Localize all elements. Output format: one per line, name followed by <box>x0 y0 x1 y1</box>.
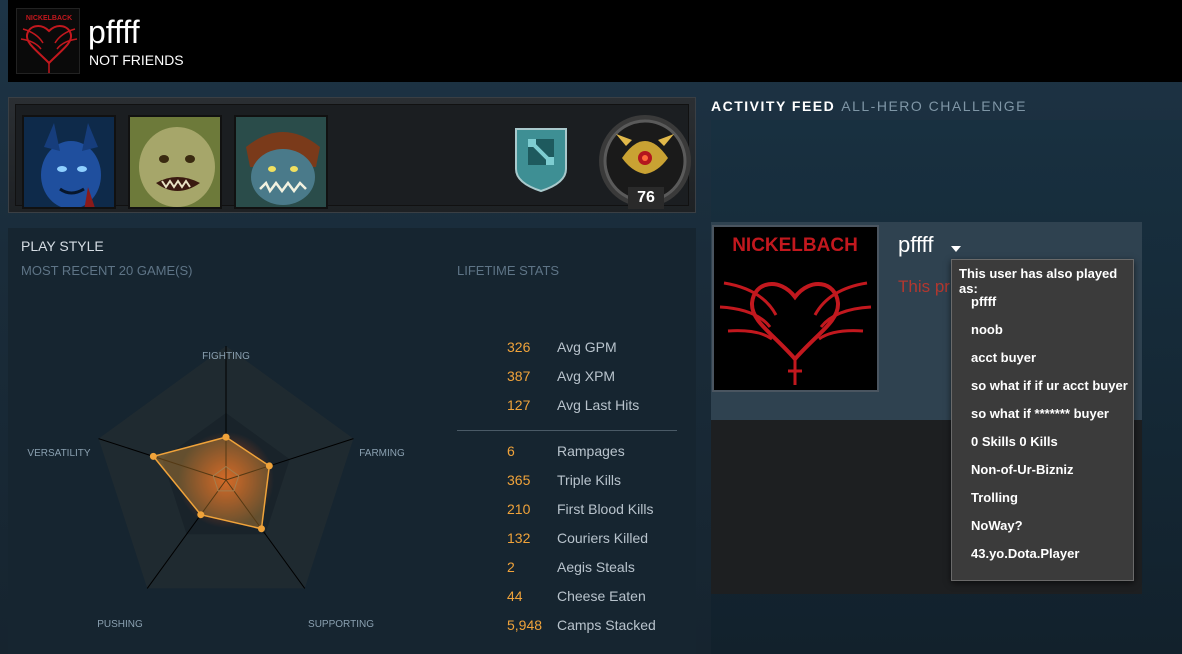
slark-hero-icon <box>236 117 326 207</box>
rank-shield-icon[interactable] <box>512 125 570 193</box>
alias-dropdown-heading: This user has also played as: <box>959 266 1118 296</box>
stat-row: 127 Avg Last Hits <box>457 397 687 417</box>
favorite-heroes-inner: 76 <box>15 104 691 209</box>
friend-status-label: NOT FRIENDS <box>89 52 184 68</box>
tab-activity-feed[interactable]: ACTIVITY FEED <box>711 98 835 114</box>
nickelback-logo-icon: NICKELBACK <box>20 15 78 73</box>
radar-axis-versatility: VERSATILITY <box>27 448 90 459</box>
alias-history-dropdown: This user has also played as: pffff noob… <box>951 259 1134 581</box>
persona-name-button[interactable]: pffff <box>898 232 934 258</box>
nickelback-logo-icon: NICKELBACH <box>719 235 872 385</box>
radar-point-supporting <box>257 525 265 533</box>
stat-label: Triple Kills <box>557 472 622 488</box>
radar-point-pushing <box>197 511 205 519</box>
play-style-radar-chart: FIGHTING FARMING SUPPORTING PUSHING VERS… <box>27 346 405 630</box>
stat-value: 44 <box>507 588 523 604</box>
alias-item[interactable]: Non-of-Ur-Bizniz <box>971 462 1074 477</box>
stat-value: 6 <box>507 443 515 459</box>
radar-point-farming <box>265 462 273 470</box>
stat-row: 365 Triple Kills <box>457 472 687 492</box>
stat-value: 132 <box>507 530 531 546</box>
alias-item[interactable]: acct buyer <box>971 350 1036 365</box>
profile-username: pffff <box>88 14 140 50</box>
stat-label: Camps Stacked <box>557 617 656 633</box>
profile-header: NICKELBACK pffff NOT FRIENDS <box>8 0 1182 82</box>
stat-value: 326 <box>507 339 531 355</box>
radar-point-fighting <box>222 433 230 441</box>
play-style-panel: PLAY STYLE MOST RECENT 20 GAME(S) LIFETI… <box>8 228 696 654</box>
stat-label: Avg GPM <box>557 339 617 355</box>
stat-value: 127 <box>507 397 531 413</box>
stat-row: 6 Rampages <box>457 443 687 463</box>
tab-all-hero-challenge[interactable]: ALL-HERO CHALLENGE <box>841 98 1027 114</box>
lifetime-stats-title: LIFETIME STATS <box>457 263 560 278</box>
alias-item[interactable]: noob <box>971 322 1003 337</box>
activity-feed-tabs: ACTIVITY FEED ALL-HERO CHALLENGE <box>711 98 1027 114</box>
stat-row: 210 First Blood Kills <box>457 501 687 521</box>
radar-point-versatility <box>149 452 157 460</box>
stat-row: 132 Couriers Killed <box>457 530 687 550</box>
stats-divider <box>457 430 677 431</box>
hero-portrait-night-stalker[interactable] <box>22 115 116 209</box>
radar-axis-farming: FARMING <box>359 448 405 459</box>
alias-item[interactable]: so what if if ur acct buyer <box>971 378 1128 393</box>
stat-row: 326 Avg GPM <box>457 339 687 359</box>
stat-label: Aegis Steals <box>557 559 635 575</box>
alias-item[interactable]: NoWay? <box>971 518 1023 533</box>
stat-row: 2 Aegis Steals <box>457 559 687 579</box>
stat-value: 365 <box>507 472 531 488</box>
alias-item[interactable]: pffff <box>971 294 996 309</box>
radar-axis-pushing: PUSHING <box>97 619 143 630</box>
stat-row: 387 Avg XPM <box>457 368 687 388</box>
stat-label: Avg Last Hits <box>557 397 640 413</box>
stat-value: 210 <box>507 501 531 517</box>
stat-row: 5,948 Camps Stacked <box>457 617 687 637</box>
stat-value: 5,948 <box>507 617 543 633</box>
steam-avatar-logo-text: NICKELBACH <box>732 235 858 256</box>
stat-label: Couriers Killed <box>557 530 649 546</box>
stat-label: Avg XPM <box>557 368 616 384</box>
stat-value: 2 <box>507 559 515 575</box>
alias-item[interactable]: 0 Skills 0 Kills <box>971 434 1058 449</box>
radar-axis-supporting: SUPPORTING <box>308 619 374 630</box>
stat-value: 387 <box>507 368 531 384</box>
stat-label: Cheese Eaten <box>557 588 646 604</box>
dota-logo-icon <box>515 128 567 193</box>
profile-level-number: 76 <box>628 187 664 209</box>
alias-item[interactable]: Trolling <box>971 490 1018 505</box>
stat-label: Rampages <box>557 443 625 459</box>
night-stalker-hero-icon <box>24 117 114 207</box>
private-profile-text: This pr <box>898 277 950 296</box>
alias-item[interactable]: so what if ******* buyer <box>971 406 1109 421</box>
radar-axis-fighting: FIGHTING <box>202 351 250 362</box>
hero-portrait-pudge[interactable] <box>128 115 222 209</box>
stat-row: 44 Cheese Eaten <box>457 588 687 608</box>
alias-item[interactable]: 43.yo.Dota.Player <box>971 546 1079 561</box>
steam-avatar[interactable]: NICKELBACH <box>712 225 879 392</box>
pudge-hero-icon <box>130 117 220 207</box>
chevron-down-icon[interactable] <box>951 246 961 252</box>
favorite-heroes-bar: 76 <box>8 97 696 213</box>
hero-portrait-slark[interactable] <box>234 115 328 209</box>
avatar-logo-text: NICKELBACK <box>26 15 72 22</box>
avatar[interactable]: NICKELBACK <box>16 8 80 74</box>
stat-label: First Blood Kills <box>557 501 654 517</box>
